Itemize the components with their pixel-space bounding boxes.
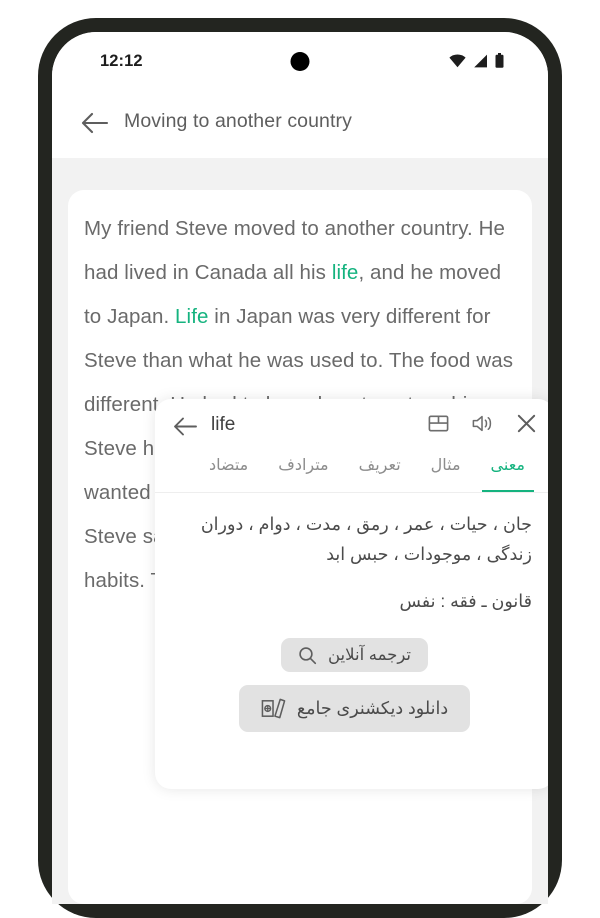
dictionary-action-buttons: ترجمه آنلاین دانلود دیکشنری جامع xyxy=(177,638,532,732)
dictionary-tab-3[interactable]: مترادف xyxy=(263,452,343,492)
dictionary-body: جان ، حیات ، عمر ، رمق ، مدت ، دوام ، دو… xyxy=(155,493,548,732)
search-icon xyxy=(298,646,317,665)
dictionary-tab-0[interactable]: معنی xyxy=(476,452,540,492)
speaker-icon[interactable] xyxy=(471,412,494,435)
download-dictionary-label: دانلود دیکشنری جامع xyxy=(296,698,449,718)
download-dictionary-button[interactable]: دانلود دیکشنری جامع xyxy=(238,685,471,732)
dictionary-tabs: معنی مثال تعریف مترادف متضاد xyxy=(155,452,548,493)
app-bar: Moving to another country xyxy=(52,90,548,158)
dictionary-actions xyxy=(427,412,538,435)
battery-icon xyxy=(495,53,504,68)
dictionary-tab-4[interactable]: متضاد xyxy=(194,452,263,492)
cellular-signal-icon xyxy=(473,54,488,68)
dictionary-domain-note: قانون ـ فقه : نفس xyxy=(399,591,532,611)
dictionary-back-arrow-icon[interactable] xyxy=(172,413,199,440)
page-title: Moving to another country xyxy=(124,110,352,132)
dictionary-header: life xyxy=(155,399,548,452)
dictionary-meaning-text: جان ، حیات ، عمر ، رمق ، مدت ، دوام ، دو… xyxy=(200,514,532,564)
dictionary-word: life xyxy=(211,414,236,435)
status-bar: 12:12 xyxy=(52,32,548,90)
highlighted-word[interactable]: life xyxy=(332,261,359,284)
status-bar-clock: 12:12 xyxy=(100,52,143,70)
dictionary-tab-2[interactable]: تعریف xyxy=(344,452,416,492)
status-bar-icons xyxy=(449,53,504,68)
online-translate-button[interactable]: ترجمه آنلاین xyxy=(280,638,429,672)
close-icon[interactable] xyxy=(515,412,538,435)
online-translate-label: ترجمه آنلاین xyxy=(327,646,412,664)
dictionary-tab-1[interactable]: مثال xyxy=(416,452,476,492)
books-icon xyxy=(261,696,286,721)
back-arrow-icon[interactable] xyxy=(79,107,111,139)
highlighted-word[interactable]: Life xyxy=(175,305,208,328)
front-camera-punch-hole xyxy=(290,52,310,71)
wifi-icon xyxy=(449,54,466,68)
flashcard-icon[interactable] xyxy=(427,412,450,435)
dictionary-popup: life معنی مثال تعریف مترادف متضاد جان ، حیات… xyxy=(155,399,548,789)
phone-screen: 12:12 Moving to another country My frien… xyxy=(52,32,548,904)
